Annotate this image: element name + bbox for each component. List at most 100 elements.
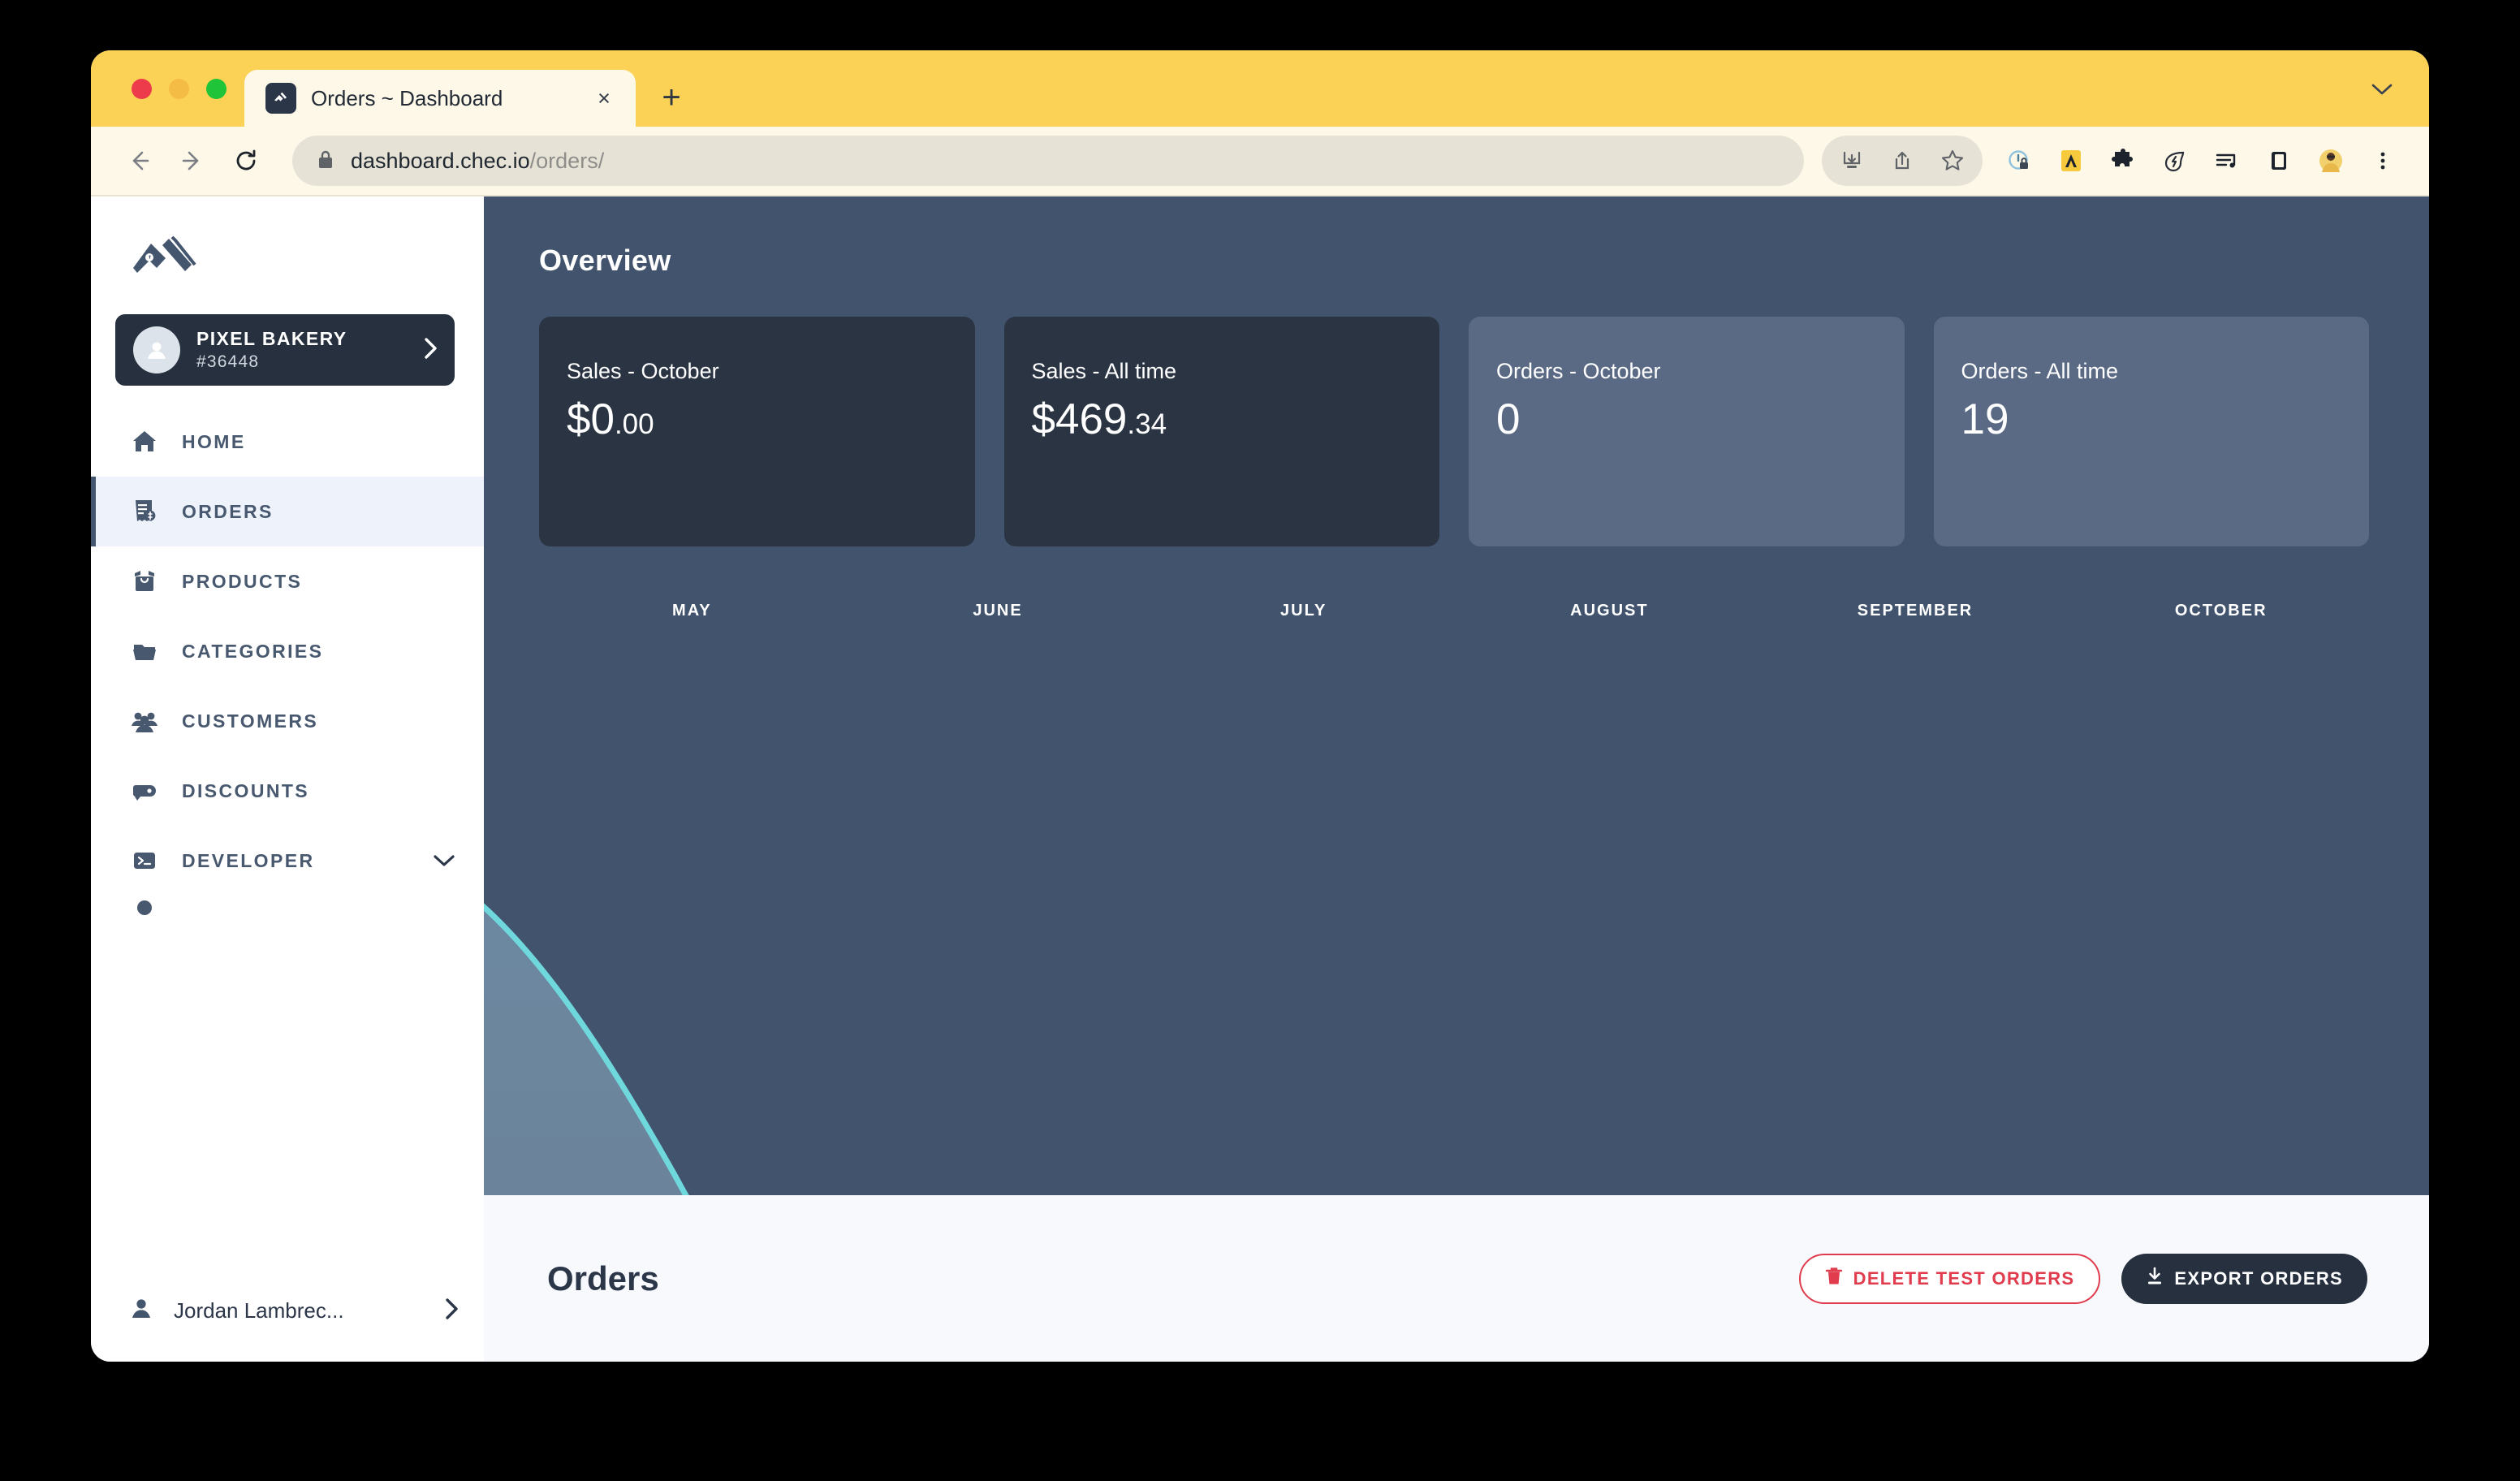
delete-test-orders-button[interactable]: DELETE TEST ORDERS xyxy=(1798,1253,2101,1304)
stat-cards: Sales - October $0.00 Sales - All time $… xyxy=(539,317,2369,546)
axis-tick-label: MAY xyxy=(672,602,712,620)
export-orders-label: EXPORT ORDERS xyxy=(2174,1267,2343,1289)
stat-label: Orders - All time xyxy=(1961,359,2119,383)
store-name: PIXEL BAKERY xyxy=(196,328,347,349)
stat-card-orders-all-time: Orders - All time 19 xyxy=(1933,317,2369,546)
stat-value: $469.34 xyxy=(1031,395,1167,443)
sidebar-item-products[interactable]: PRODUCTS xyxy=(91,546,484,616)
page-actions-group xyxy=(1822,136,1983,186)
export-orders-button[interactable]: EXPORT ORDERS xyxy=(2121,1253,2367,1304)
reload-icon[interactable] xyxy=(221,136,271,186)
tag-icon xyxy=(128,775,161,807)
stat-card-sales-october: Sales - October $0.00 xyxy=(539,317,975,546)
stat-label: Sales - All time xyxy=(1031,359,1177,383)
sidebar-item-developer[interactable]: DEVELOPER xyxy=(91,826,484,896)
sidebar-item-label: DISCOUNTS xyxy=(182,779,310,801)
axis-tick-label: JUNE xyxy=(973,602,1023,620)
profile-avatar-icon[interactable] xyxy=(2306,136,2356,186)
sidebar-item-label: ORDERS xyxy=(182,500,274,522)
browser-tab-title: Orders ~ Dashboard xyxy=(311,85,503,110)
plus-icon[interactable]: + xyxy=(649,75,694,120)
sidebar-item-discounts[interactable]: DISCOUNTS xyxy=(91,756,484,826)
more-menu-icon[interactable] xyxy=(2358,136,2408,186)
chevron-down-icon[interactable] xyxy=(2364,71,2400,107)
sidebar-footer-user[interactable]: Jordan Lambrec... xyxy=(91,1296,484,1362)
close-window-button[interactable] xyxy=(132,78,152,99)
app-body: PIXEL BAKERY #36448 HOME ORDERS PRODUCTS… xyxy=(91,196,2429,1362)
store-switcher[interactable]: PIXEL BAKERY #36448 xyxy=(115,314,455,386)
stat-card-sales-all-time: Sales - All time $469.34 xyxy=(1003,317,1439,546)
store-meta: PIXEL BAKERY #36448 xyxy=(196,328,406,372)
chevron-right-icon xyxy=(443,1297,460,1325)
url-bar[interactable]: dashboard.chec.io/orders/ xyxy=(292,136,1804,186)
gear-icon xyxy=(128,896,161,920)
sidebar: PIXEL BAKERY #36448 HOME ORDERS PRODUCTS… xyxy=(91,196,484,1362)
browser-tab[interactable]: Orders ~ Dashboard × xyxy=(244,70,636,127)
stat-label: Sales - October xyxy=(567,359,719,383)
extension-a-icon[interactable] xyxy=(2046,136,2096,186)
main-panel: Overview Sales - October $0.00 Sales - A… xyxy=(484,196,2429,1362)
privacy-shield-icon[interactable] xyxy=(1994,136,2044,186)
sidebar-item-home[interactable]: HOME xyxy=(91,407,484,477)
minimize-window-button[interactable] xyxy=(169,78,189,99)
window-traffic-lights xyxy=(115,50,244,127)
extensions-group xyxy=(1994,136,2408,186)
url-text: dashboard.chec.io/orders/ xyxy=(351,148,605,173)
close-icon[interactable]: × xyxy=(590,84,618,112)
download-icon xyxy=(2146,1267,2164,1291)
bookmark-star-icon[interactable] xyxy=(1927,136,1978,186)
users-group-icon xyxy=(128,705,161,737)
lock-icon xyxy=(317,149,334,174)
stat-card-orders-october: Orders - October 0 xyxy=(1469,317,1905,546)
chevron-down-icon[interactable] xyxy=(430,847,458,874)
sidebar-item-customers[interactable]: CUSTOMERS xyxy=(91,686,484,756)
maximize-window-button[interactable] xyxy=(206,78,227,99)
stat-label: Orders - October xyxy=(1496,359,1661,383)
user-avatar-icon xyxy=(133,326,180,373)
sidebar-item-settings-clipped[interactable] xyxy=(91,896,484,920)
chart-x-axis: MAY JUNE JULY AUGUST SEPTEMBER OCTOBER xyxy=(484,602,2429,620)
overview-section: Overview Sales - October $0.00 Sales - A… xyxy=(484,196,2429,546)
sidebar-item-label: CUSTOMERS xyxy=(182,710,319,732)
terminal-icon xyxy=(128,844,161,877)
box-open-icon xyxy=(128,565,161,598)
chec-logo-icon xyxy=(265,83,296,114)
axis-tick-label: OCTOBER xyxy=(2174,602,2268,620)
axis-tick-label: SEPTEMBER xyxy=(1857,602,1974,620)
stat-value: $0.00 xyxy=(567,395,654,443)
browser-window: Orders ~ Dashboard × + dashboard.chec.io… xyxy=(91,50,2429,1362)
sidebar-item-label: HOME xyxy=(182,430,246,452)
extensions-puzzle-icon[interactable] xyxy=(2098,136,2148,186)
store-id: #36448 xyxy=(196,352,260,371)
sidebar-item-label: PRODUCTS xyxy=(182,570,303,592)
page-title: Overview xyxy=(539,244,671,277)
chevron-right-icon xyxy=(422,336,438,365)
chec-logo-icon[interactable] xyxy=(91,196,484,314)
sidebar-item-orders[interactable]: ORDERS xyxy=(91,477,484,546)
person-icon xyxy=(128,1296,154,1326)
sidebar-panel-icon[interactable] xyxy=(2254,136,2304,186)
receipt-dollar-icon xyxy=(128,495,161,528)
leaf-performance-icon[interactable] xyxy=(2150,136,2200,186)
folder-icon xyxy=(128,635,161,667)
delete-test-orders-label: DELETE TEST ORDERS xyxy=(1853,1267,2075,1289)
download-icon[interactable] xyxy=(1827,136,1877,186)
axis-tick-label: JULY xyxy=(1280,602,1327,620)
sidebar-item-categories[interactable]: CATEGORIES xyxy=(91,616,484,686)
orders-panel: Orders DELETE TEST ORDERS EXPORT ORDERS xyxy=(484,1195,2429,1362)
home-icon xyxy=(128,425,161,458)
stat-value: 0 xyxy=(1496,395,1521,443)
forward-arrow-icon[interactable] xyxy=(167,136,218,186)
sidebar-item-label: DEVELOPER xyxy=(182,849,315,871)
sidebar-item-label: CATEGORIES xyxy=(182,640,324,662)
share-icon[interactable] xyxy=(1877,136,1927,186)
sidebar-nav: HOME ORDERS PRODUCTS CATEGORIES CUSTOMER… xyxy=(91,407,484,1296)
footer-user-name: Jordan Lambrec... xyxy=(174,1298,344,1323)
browser-tab-strip: Orders ~ Dashboard × + xyxy=(91,50,2429,127)
orders-title: Orders xyxy=(547,1259,659,1297)
trash-icon xyxy=(1825,1267,1843,1291)
media-playlist-icon[interactable] xyxy=(2202,136,2252,186)
back-arrow-icon[interactable] xyxy=(114,136,164,186)
axis-tick-label: AUGUST xyxy=(1570,602,1649,620)
stat-value: 19 xyxy=(1961,395,2009,443)
